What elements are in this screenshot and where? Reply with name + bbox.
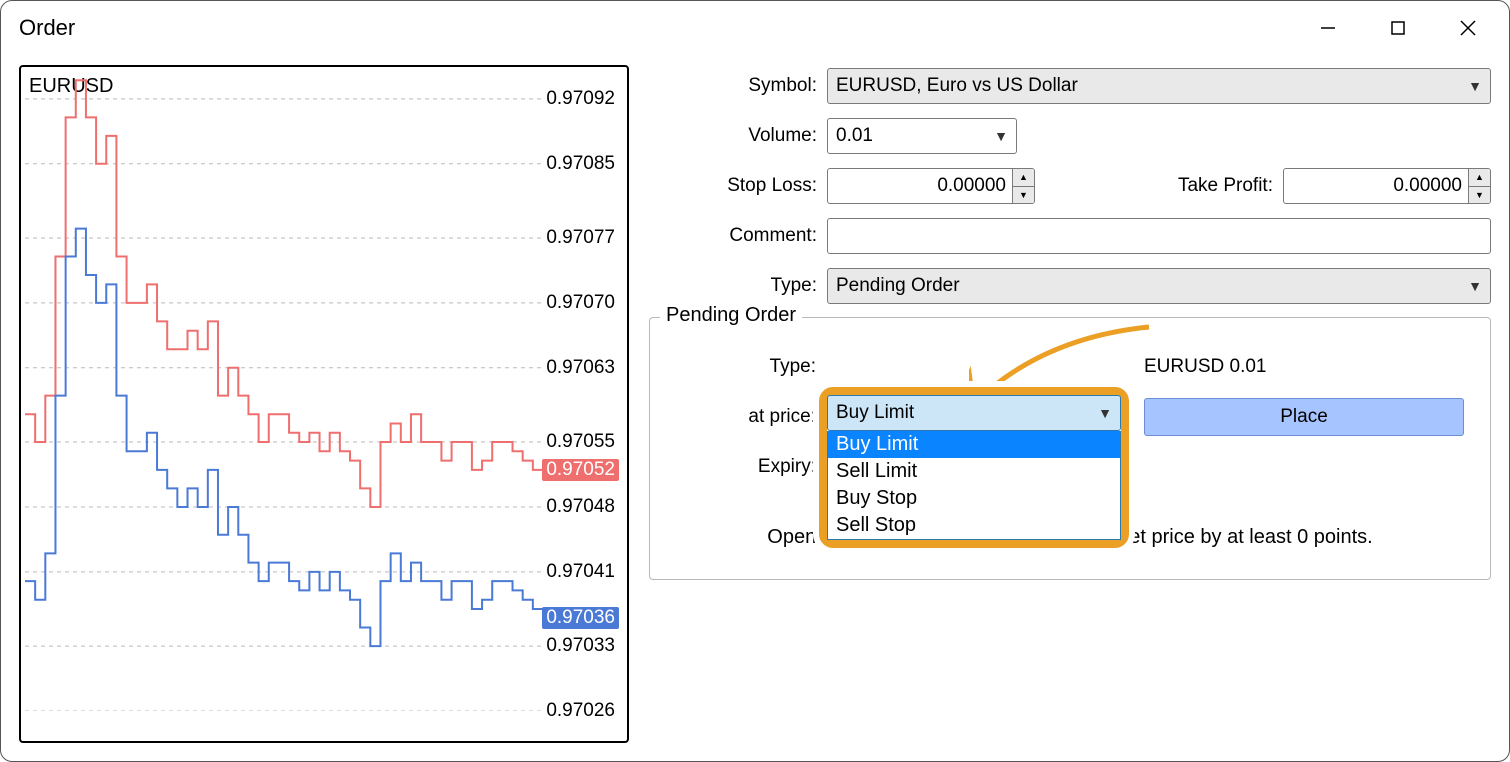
chart-ytick: 0.97055	[542, 431, 619, 453]
take-profit-value: 0.00000	[1284, 175, 1468, 197]
chart-ytick: 0.97077	[542, 227, 619, 249]
volume-label: Volume:	[649, 125, 817, 147]
expiry-label: Expiry:	[666, 456, 816, 478]
chevron-down-icon: ▼	[994, 128, 1008, 144]
ask-price-badge: 0.97052	[542, 459, 619, 481]
symbol-label: Symbol:	[649, 75, 817, 97]
pending-type-selected[interactable]: Buy Limit ▼	[827, 395, 1121, 431]
chart-ytick: 0.97085	[542, 153, 619, 175]
window-title: Order	[19, 15, 75, 41]
symbol-select[interactable]: EURUSD, Euro vs US Dollar ▼	[827, 68, 1491, 104]
chart-ytick: 0.97092	[542, 88, 619, 110]
order-window: Order EURUSD 0.970920.970850.970770.9707…	[0, 0, 1510, 762]
pending-type-option[interactable]: Sell Limit	[828, 458, 1120, 485]
close-icon	[1459, 19, 1477, 37]
volume-select[interactable]: 0.01 ▼	[827, 118, 1017, 154]
pending-type-dropdown[interactable]: Buy Limit ▼ Buy LimitSell LimitBuy StopS…	[819, 387, 1129, 548]
pending-type-option[interactable]: Buy Limit	[828, 431, 1120, 458]
stop-loss-label: Stop Loss:	[649, 175, 817, 197]
comment-label: Comment:	[649, 225, 817, 247]
maximize-button[interactable]	[1363, 5, 1433, 51]
chart-ytick: 0.97070	[542, 292, 619, 314]
at-price-label: at price:	[666, 406, 816, 428]
chart-ytick: 0.97063	[542, 357, 619, 379]
pending-type-options: Buy LimitSell LimitBuy StopSell Stop	[827, 431, 1121, 540]
chevron-down-icon: ▼	[1468, 278, 1482, 294]
price-chart: EURUSD 0.970920.970850.970770.970700.970…	[19, 65, 629, 743]
pending-type-option[interactable]: Buy Stop	[828, 485, 1120, 512]
volume-value: 0.01	[836, 125, 873, 147]
down-arrow-icon[interactable]: ▼	[1469, 187, 1490, 204]
minimize-icon	[1319, 19, 1337, 37]
chevron-down-icon: ▼	[1468, 78, 1482, 94]
take-profit-input[interactable]: 0.00000 ▲▼	[1283, 168, 1491, 204]
chevron-down-icon: ▼	[1098, 405, 1112, 421]
pending-type-selected-label: Buy Limit	[836, 402, 914, 424]
pending-summary: EURUSD 0.01	[1144, 356, 1267, 378]
stop-loss-value: 0.00000	[828, 175, 1012, 197]
comment-field[interactable]	[836, 224, 1482, 248]
up-arrow-icon[interactable]: ▲	[1013, 169, 1034, 187]
type-label: Type:	[649, 275, 817, 297]
minimize-button[interactable]	[1293, 5, 1363, 51]
comment-input[interactable]	[827, 218, 1491, 254]
chart-plot	[25, 71, 543, 711]
titlebar: Order	[1, 1, 1509, 55]
pending-type-option[interactable]: Sell Stop	[828, 512, 1120, 539]
symbol-value: EURUSD, Euro vs US Dollar	[836, 75, 1078, 97]
chart-ytick: 0.97041	[542, 561, 619, 583]
up-arrow-icon[interactable]: ▲	[1469, 169, 1490, 187]
chart-ytick: 0.97026	[542, 700, 619, 722]
down-arrow-icon[interactable]: ▼	[1013, 187, 1034, 204]
maximize-icon	[1390, 20, 1406, 36]
place-button-label: Place	[1280, 406, 1328, 428]
order-form: Symbol: EURUSD, Euro vs US Dollar ▼ Volu…	[649, 65, 1491, 743]
bid-price-badge: 0.97036	[542, 607, 619, 629]
chart-ytick: 0.97033	[542, 635, 619, 657]
take-profit-label: Take Profit:	[1178, 175, 1273, 197]
chart-ytick: 0.97048	[542, 496, 619, 518]
stop-loss-input[interactable]: 0.00000 ▲▼	[827, 168, 1035, 204]
pending-group-title: Pending Order	[660, 304, 802, 327]
order-type-value: Pending Order	[836, 275, 960, 297]
order-type-select[interactable]: Pending Order ▼	[827, 268, 1491, 304]
close-button[interactable]	[1433, 5, 1503, 51]
place-button[interactable]: Place	[1144, 398, 1464, 436]
pending-type-label: Type:	[666, 356, 816, 378]
